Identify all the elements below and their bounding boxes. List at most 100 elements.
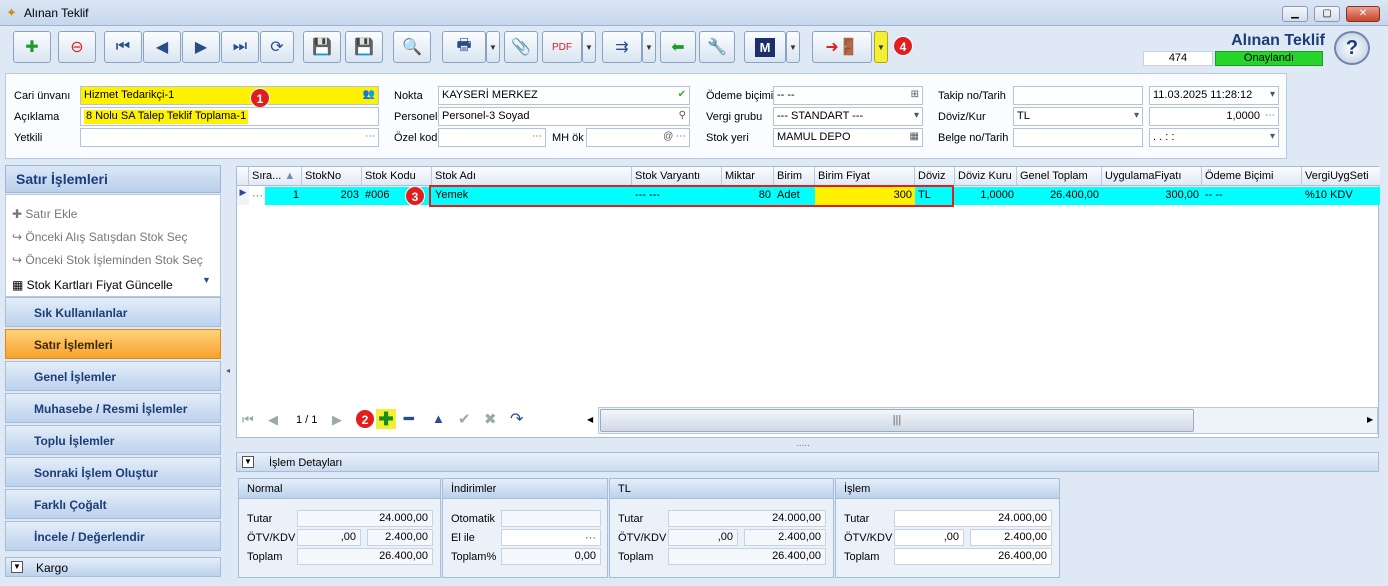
col-stokno[interactable]: StokNo <box>302 167 362 186</box>
collapse-icon[interactable]: ▼ <box>242 456 254 468</box>
col-miktar[interactable]: Miktar <box>722 167 774 186</box>
cell-genel-toplam[interactable]: 26.400,00 <box>1017 187 1102 205</box>
col-stok-kodu[interactable]: Stok Kodu <box>362 167 432 186</box>
col-stok-adi[interactable]: Stok Adı <box>432 167 632 186</box>
maximize-button[interactable]: ▢ <box>1314 6 1340 22</box>
yetkili-field[interactable]: ⋯ <box>80 128 379 147</box>
doviz-select[interactable]: TL ▾ <box>1013 107 1143 126</box>
onceki-alis-item[interactable]: ↪ Önceki Alış Satışdan Stok Seç <box>12 230 187 252</box>
belge-tarih-field[interactable]: . . : : ▾ <box>1149 128 1279 147</box>
help-button[interactable]: ? <box>1334 31 1370 65</box>
cancel-x-icon[interactable]: ✖ <box>484 410 497 428</box>
row-ellipsis-icon[interactable]: ⋯ <box>249 187 265 205</box>
nav-incele[interactable]: İncele / Değerlendir <box>5 521 221 551</box>
m-dropdown[interactable]: ▼ <box>786 31 800 63</box>
chevron-down-icon[interactable]: ▾ <box>914 110 919 121</box>
belge-no-field[interactable] <box>1013 128 1143 147</box>
kur-field[interactable]: 1,0000 ⋯ <box>1149 107 1279 126</box>
delete-doc-button[interactable]: ⊖ <box>58 31 96 63</box>
nav-toplu-islemler[interactable]: Toplu İşlemler <box>5 425 221 455</box>
details-bar[interactable]: ▼ İşlem Detayları <box>236 452 1379 472</box>
pdf-dropdown[interactable]: ▼ <box>582 31 596 63</box>
nokta-field[interactable]: KAYSERİ MERKEZ ✔ <box>438 86 690 105</box>
import-button[interactable]: ⬅ <box>660 31 696 63</box>
current-row-indicator-icon[interactable]: ▶ <box>237 187 249 205</box>
nav-muhasebe[interactable]: Muhasebe / Resmi İşlemler <box>5 393 221 423</box>
add-row-plus-icon[interactable]: ✚ <box>376 409 396 429</box>
col-odeme-bicimi[interactable]: Ödeme Biçimi <box>1202 167 1302 186</box>
col-doviz[interactable]: Döviz <box>915 167 955 186</box>
mh-ok-field[interactable]: @ ⋯ <box>586 128 690 147</box>
nav-genel-islemler[interactable]: Genel İşlemler <box>5 361 221 391</box>
cari-unvani-field[interactable]: Hizmet Tedarikçi-1 👥 <box>80 86 379 105</box>
attach-button[interactable]: 📎 <box>504 31 538 63</box>
remove-row-minus-icon[interactable]: ━ <box>404 409 414 429</box>
ellipsis-icon[interactable]: ⋯ <box>1265 110 1275 121</box>
warehouse-icon[interactable]: ▦ <box>910 131 919 142</box>
pdf-button[interactable]: PDF <box>542 31 582 63</box>
cell-odeme-bicimi[interactable]: -- -- <box>1202 187 1302 205</box>
first-icon[interactable]: ⏮ <box>242 412 254 428</box>
confirm-check-icon[interactable]: ✔ <box>458 410 471 428</box>
ellipsis-icon[interactable]: ⋯ <box>365 131 375 142</box>
print-dropdown[interactable]: ▼ <box>486 31 500 63</box>
first-record-button[interactable]: ⏮ <box>104 31 142 63</box>
m-button[interactable]: M <box>744 31 786 63</box>
personel-field[interactable]: Personel-3 Soyad ⚲ <box>438 107 690 126</box>
check-icon[interactable]: ✔ <box>678 89 686 100</box>
cell-sira[interactable]: 1 <box>265 187 302 205</box>
nav-sik-kullanilanlar[interactable]: Sık Kullanılanlar <box>5 297 221 327</box>
nav-farkli-cogalt[interactable]: Farklı Çoğalt <box>5 489 221 519</box>
cell-uygulama-fiyati[interactable]: 300,00 <box>1102 187 1202 205</box>
redo-icon[interactable]: ↷ <box>510 409 523 429</box>
col-stok-varyanti[interactable]: Stok Varyantı <box>632 167 722 186</box>
close-button[interactable]: ✕ <box>1346 6 1380 22</box>
chevron-down-icon[interactable]: ▾ <box>1270 89 1275 100</box>
col-birim[interactable]: Birim <box>774 167 815 186</box>
next-record-button[interactable]: ▶ <box>182 31 220 63</box>
satir-ekle-item[interactable]: ✚ Satır Ekle <box>12 207 77 229</box>
save-cancel-button[interactable]: 💾 <box>345 31 383 63</box>
at-link-icon[interactable]: @ ⋯ <box>663 131 686 142</box>
new-doc-button[interactable]: ✚ <box>13 31 51 63</box>
nav-satir-islemleri[interactable]: Satır İşlemleri <box>5 329 221 359</box>
elile-field[interactable]: ⋯ <box>501 529 601 546</box>
onceki-stok-item[interactable]: ↪ Önceki Stok İşleminden Stok Seç <box>12 253 203 275</box>
expand-down-icon[interactable]: ▼ <box>202 275 211 285</box>
col-vergi-uyg-seti[interactable]: VergiUygSeti <box>1302 167 1380 186</box>
chevron-down-icon[interactable]: ▾ <box>1270 131 1275 142</box>
cell-stokno[interactable]: 203 <box>302 187 362 205</box>
scroll-right-icon[interactable]: ▶ <box>1367 415 1373 424</box>
scroll-left-icon[interactable]: ◀ <box>587 415 593 424</box>
save-button[interactable]: 💾 <box>303 31 341 63</box>
stok-yeri-field[interactable]: MAMUL DEPO ▦ <box>773 128 923 147</box>
col-sira[interactable]: Sıra... ▲ <box>249 167 302 186</box>
preview-button[interactable]: 🔍 <box>393 31 431 63</box>
exit-dropdown[interactable]: ▼ <box>874 31 888 63</box>
prev-icon[interactable]: ◀ <box>268 412 278 428</box>
settings-button[interactable]: 🔧 <box>699 31 735 63</box>
col-uygulama-fiyati[interactable]: UygulamaFiyatı <box>1102 167 1202 186</box>
user-filter-icon[interactable]: ⚲ <box>679 110 686 121</box>
col-birim-fiyat[interactable]: Birim Fiyat <box>815 167 915 186</box>
vergi-grubu-select[interactable]: --- STANDART --- ▾ <box>773 107 923 126</box>
refresh-button[interactable]: ⟳ <box>260 31 294 63</box>
cell-vergi-uyg-seti[interactable]: %10 KDV <box>1302 187 1380 205</box>
prev-record-button[interactable]: ◀ <box>143 31 181 63</box>
last-record-button[interactable]: ⏭ <box>221 31 259 63</box>
splitter-grip[interactable]: ..... <box>796 438 810 449</box>
ozel-kod-field[interactable]: ⋯ <box>438 128 546 147</box>
tarih-field[interactable]: 11.03.2025 11:28:12 ▾ <box>1149 86 1279 105</box>
export-dropdown[interactable]: ▼ <box>642 31 656 63</box>
odeme-bicimi-field[interactable]: -- -- ⊞ <box>773 86 923 105</box>
chevron-down-icon[interactable]: ▾ <box>1134 110 1139 121</box>
cell-doviz-kuru[interactable]: 1,0000 <box>955 187 1017 205</box>
takip-no-field[interactable] <box>1013 86 1143 105</box>
ellipsis-icon[interactable]: ⋯ <box>532 131 542 142</box>
horizontal-scrollbar[interactable]: ◀ ||| ▶ <box>587 407 1378 434</box>
splitter-arrow-icon[interactable]: ◂ <box>226 366 230 375</box>
nav-sonraki-islem[interactable]: Sonraki İşlem Oluştur <box>5 457 221 487</box>
scroll-thumb[interactable]: ||| <box>600 409 1194 432</box>
col-doviz-kuru[interactable]: Döviz Kuru <box>955 167 1017 186</box>
exit-button[interactable]: ➜🚪 <box>812 31 872 63</box>
